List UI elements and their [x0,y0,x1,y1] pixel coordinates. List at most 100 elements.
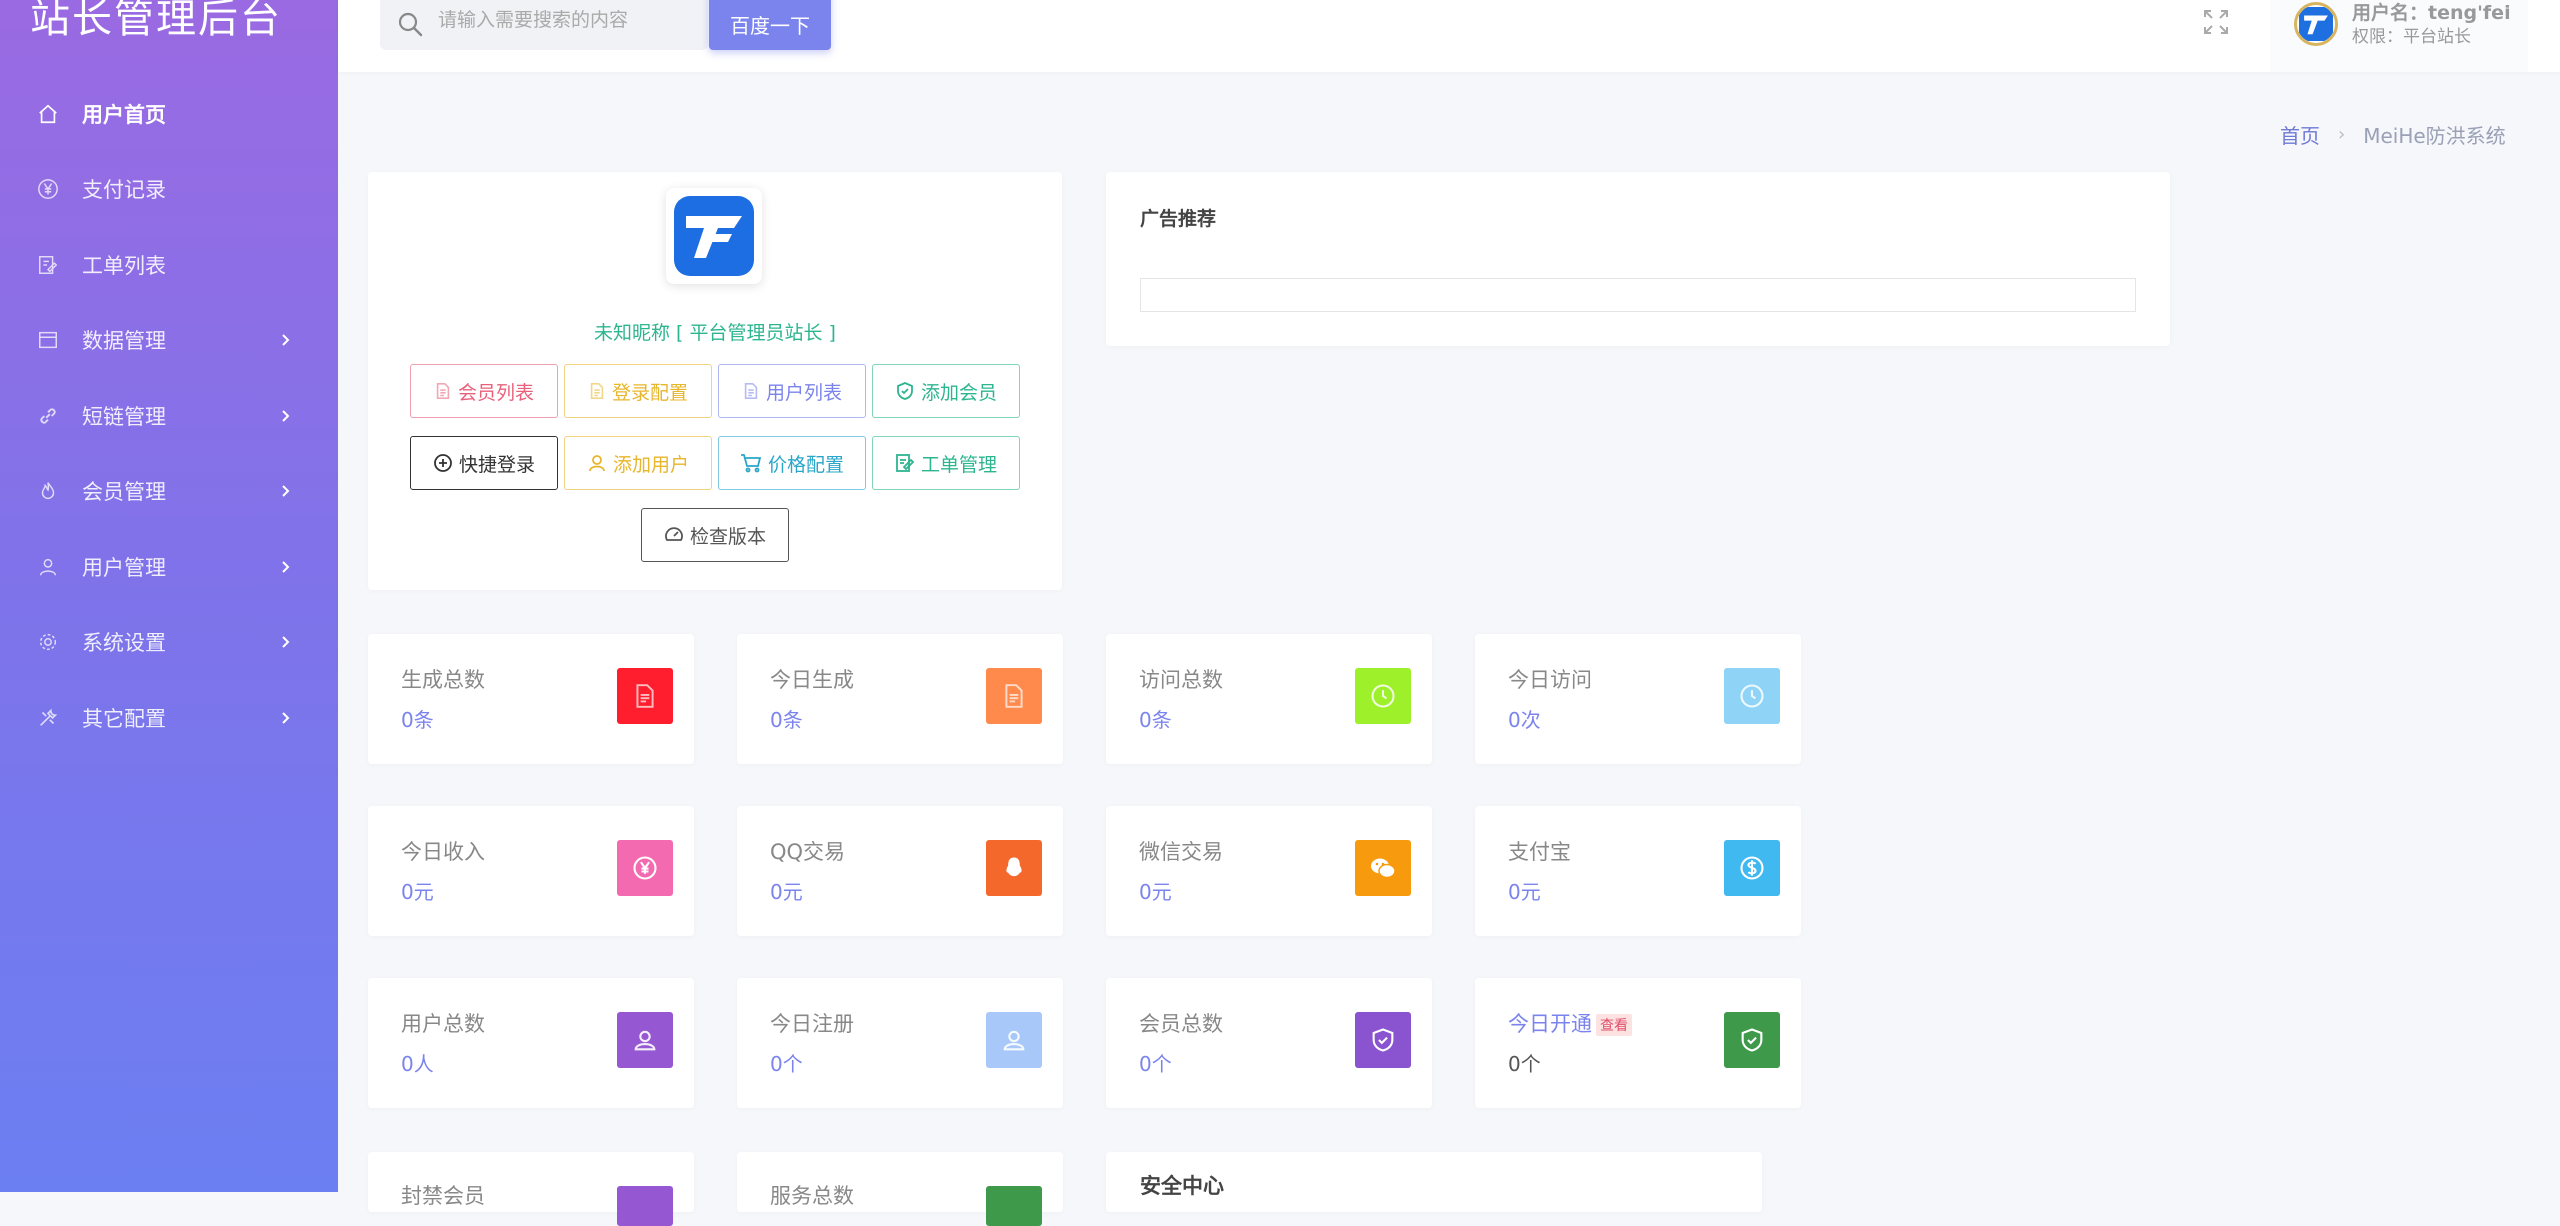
breadcrumb-current: MeiHe防洪系统 [2363,124,2506,148]
stat-icon [617,1186,673,1226]
sidebar-item-label: 支付记录 [82,178,166,203]
quick-button-1[interactable]: 会员列表 [410,364,558,418]
user-menu[interactable]: 用户名：teng'fei 权限：平台站长 [2270,0,2528,72]
stat-card: 生成总数 0条 [368,634,694,764]
stat-label[interactable]: 今日开通 查看 [1508,1008,1632,1038]
edit-icon [36,253,60,277]
search-box [380,0,708,50]
sidebar-item-2[interactable]: 支付记录 [0,152,338,228]
stat-card: 今日注册 0个 [737,978,1063,1108]
stat-value: 0个 [1508,1052,1541,1076]
search-icon [398,12,423,37]
stat-value: 0元 [401,880,434,904]
stat-card: 支付宝 0元 [1475,806,1801,936]
quick-button-6[interactable]: 添加用户 [564,436,712,490]
sidebar: 站长管理后台 用户首页支付记录工单列表数据管理短链管理会员管理用户管理系统设置其… [0,0,338,1192]
sidebar-item-label: 工单列表 [82,253,166,278]
shield-check-icon [895,381,921,401]
sidebar-item-8[interactable]: 系统设置 [0,605,338,681]
gear-icon [36,630,60,654]
stat-card: 服务总数 [737,1152,1063,1226]
stat-card: QQ交易 0元 [737,806,1063,936]
chevron-right-icon [282,712,290,724]
search-button[interactable]: 百度一下 [709,0,831,50]
quick-button-label: 添加会员 [920,381,997,404]
quick-button-3[interactable]: 用户列表 [718,364,866,418]
stat-value: 0元 [1139,880,1172,904]
sidebar-item-7[interactable]: 用户管理 [0,529,338,605]
breadcrumb-home[interactable]: 首页 [2280,120,2320,149]
edit-icon [895,453,921,473]
wechat-icon [1355,840,1411,896]
stat-label: 支付宝 [1508,840,1571,864]
fullscreen-icon[interactable] [2202,8,2230,36]
stat-card: 访问总数 0条 [1106,634,1432,764]
quick-button-label: 检查版本 [689,525,766,548]
quick-button-label: 价格配置 [767,453,844,476]
chevron-right-icon [282,410,290,422]
stat-card: 用户总数 0人 [368,978,694,1108]
stat-label: 生成总数 [401,668,485,692]
stat-label: 服务总数 [770,1184,854,1208]
document-icon [588,382,612,400]
chevron-right-icon [282,485,290,497]
home-icon [36,102,60,126]
sidebar-item-4[interactable]: 数据管理 [0,303,338,379]
stat-value: 0元 [770,880,803,904]
view-badge[interactable]: 查看 [1596,1014,1632,1036]
sidebar-item-5[interactable]: 短链管理 [0,378,338,454]
quick-button-7[interactable]: 价格配置 [718,436,866,490]
cart-icon [740,453,768,473]
sidebar-nav: 用户首页支付记录工单列表数据管理短链管理会员管理用户管理系统设置其它配置 [0,76,338,756]
app-title: 站长管理后台 [30,0,282,42]
users-icon [617,1012,673,1068]
quick-button-4[interactable]: 添加会员 [872,364,1020,418]
quick-button-5[interactable]: 快捷登录 [410,436,558,490]
stat-label: 今日生成 [770,668,854,692]
sidebar-item-label: 用户首页 [82,102,166,127]
stat-value: 0条 [401,708,434,732]
stat-icon [986,1186,1042,1226]
profile-card: 未知昵称 [ 平台管理员站长 ] 会员列表 登录配置 用户列表 添加会员 快捷登录 添加用… [368,172,1062,590]
ad-title: 广告推荐 [1140,208,1217,230]
sidebar-item-9[interactable]: 其它配置 [0,680,338,756]
sidebar-item-label: 会员管理 [82,480,166,505]
quick-button-8[interactable]: 工单管理 [872,436,1020,490]
stat-label: 会员总数 [1139,1012,1223,1036]
quick-button-label: 登录配置 [611,381,688,404]
search-input[interactable] [438,0,698,40]
quick-button-9[interactable]: 检查版本 [641,508,789,562]
stat-label: 今日注册 [770,1012,854,1036]
sidebar-item-label: 系统设置 [82,631,166,656]
stat-label: 用户总数 [401,1012,485,1036]
chevron-right-icon [282,334,290,346]
quick-button-label: 会员列表 [457,381,534,404]
clock-icon [1355,668,1411,724]
plus-circle-icon [433,453,459,473]
stat-label: 今日收入 [401,840,485,864]
stat-card: 今日访问 0次 [1475,634,1801,764]
stat-card: 今日开通 查看 0个 [1475,978,1801,1108]
stat-card: 今日收入 0元 [368,806,694,936]
sidebar-item-label: 短链管理 [82,404,166,429]
chevron-right-icon: › [2338,124,2346,145]
breadcrumb: 首页 › MeiHe防洪系统 [2280,120,2506,149]
stat-value: 0条 [770,708,803,732]
sidebar-item-6[interactable]: 会员管理 [0,454,338,530]
sidebar-item-3[interactable]: 工单列表 [0,227,338,303]
stat-label-text: 今日开通 [1508,1012,1592,1036]
sidebar-item-label: 用户管理 [82,555,166,580]
sidebar-item-1[interactable]: 用户首页 [0,76,338,152]
stat-label: QQ交易 [770,840,846,864]
dollar-icon [1724,840,1780,896]
security-card: 安全中心 [1106,1152,1762,1212]
quick-button-2[interactable]: 登录配置 [564,364,712,418]
yen-icon [36,177,60,201]
link-icon [36,404,60,428]
stat-value: 0人 [401,1052,434,1076]
fire-icon [36,479,60,503]
topbar: 百度一下 用户名：teng'fei 权限：平台站长 [338,0,2560,72]
stat-value: 0条 [1139,708,1172,732]
chevron-right-icon [282,636,290,648]
stat-label: 访问总数 [1139,668,1223,692]
